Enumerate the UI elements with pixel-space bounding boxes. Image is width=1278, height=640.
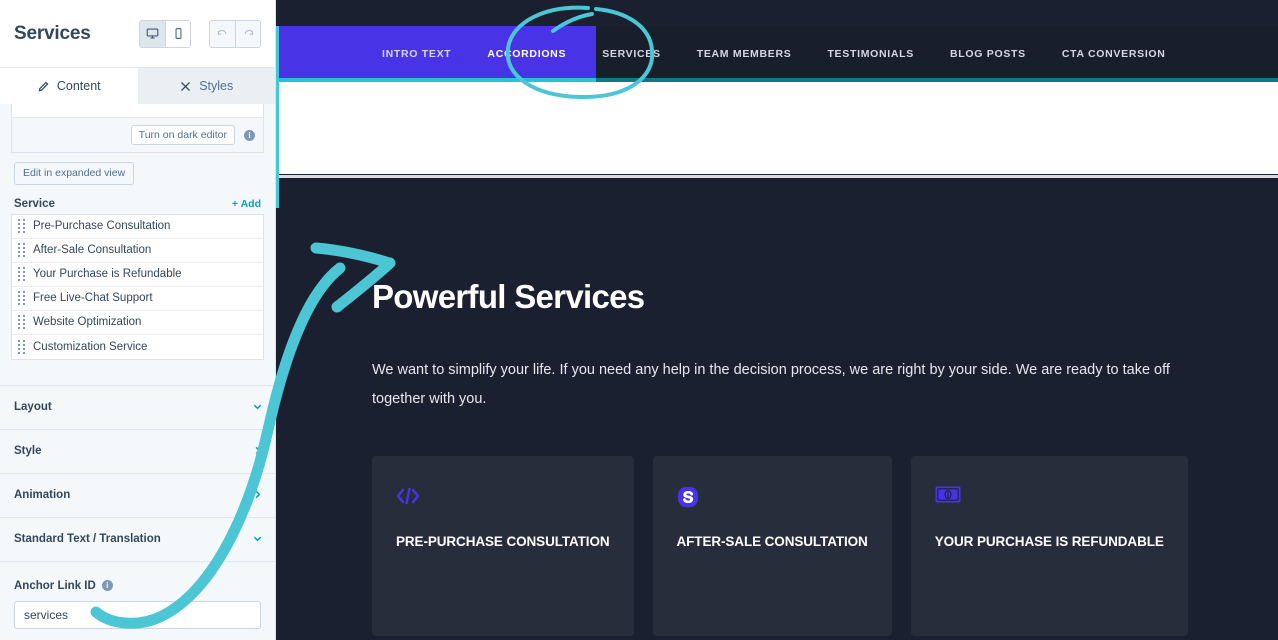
service-card-title: PRE-PURCHASE CONSULTATION [396, 534, 610, 549]
section-paragraph: We want to simplify your life. If you ne… [372, 362, 1170, 407]
desktop-icon[interactable] [140, 20, 165, 47]
section-heading: Powerful Services [372, 278, 645, 315]
skype-icon [677, 486, 868, 512]
list-item-label: Website Optimization [33, 316, 142, 328]
banknote-icon [935, 486, 1164, 512]
tab-styles-label: Styles [199, 79, 234, 93]
accordion-label: Standard Text / Translation [14, 533, 161, 545]
drag-handle-icon[interactable] [18, 243, 27, 257]
list-item[interactable]: Website Optimization [12, 310, 263, 335]
page-title: Services [14, 22, 91, 44]
chevron-down-icon[interactable] [252, 401, 263, 414]
accordion-standard-text[interactable]: Standard Text / Translation [0, 517, 275, 562]
service-card[interactable]: PRE-PURCHASE CONSULTATION [372, 456, 634, 636]
list-item-label: Customization Service [33, 340, 148, 353]
settings-accordions: Layout Style Animation Standard Text / T… [0, 384, 275, 562]
drag-handle-icon[interactable] [18, 315, 27, 329]
drag-handle-icon[interactable] [18, 219, 27, 233]
nav-item-team-members[interactable]: TEAM MEMBERS [679, 48, 810, 60]
dark-editor-button[interactable]: Turn on dark editor [130, 124, 235, 146]
undo-icon[interactable] [210, 20, 235, 47]
rich-text-editor-block: Turn on dark editor i [11, 104, 264, 153]
history-group [209, 19, 261, 48]
accordion-label: Layout [14, 401, 52, 413]
nav-item-services[interactable]: SERVICES [584, 48, 679, 60]
nav-item-testimonials[interactable]: TESTIMONIALS [809, 48, 932, 60]
service-list: Pre-Purchase Consultation After-Sale Con… [11, 213, 264, 360]
anchor-link-field: Anchor Link ID i [0, 562, 275, 629]
redo-icon[interactable] [235, 20, 260, 47]
expanded-view-button[interactable]: Edit in expanded view [14, 162, 135, 185]
tab-content-label: Content [56, 79, 101, 93]
accordion-label: Style [14, 445, 42, 457]
brush-icon [179, 80, 192, 93]
mobile-icon[interactable] [165, 20, 190, 47]
nav-underline-active [276, 78, 596, 82]
anchor-label-row: Anchor Link ID i [14, 580, 261, 592]
editor-screen: Services Content Styles Turn on dark edi… [0, 0, 1278, 640]
editor-canvas[interactable] [12, 104, 263, 118]
service-card[interactable]: AFTER-SALE CONSULTATION [652, 456, 892, 636]
service-card-title: AFTER-SALE CONSULTATION [676, 534, 868, 549]
preview-selection-edge-left-top [276, 26, 279, 178]
preview-selection-edge-bottom [276, 175, 1278, 178]
tab-content[interactable]: Content [0, 68, 138, 104]
nav-item-accordions[interactable]: ACCORDIONS [469, 48, 584, 60]
preview-top-strip [276, 0, 1278, 26]
tab-styles[interactable]: Styles [137, 68, 275, 104]
list-item-label: After-Sale Consultation [33, 244, 152, 256]
service-cards: PRE-PURCHASE CONSULTATION AFTER-SALE CON… [372, 456, 1188, 636]
service-card-title: YOUR PURCHASE IS REFUNDABLE [934, 534, 1164, 549]
chevron-down-icon[interactable] [252, 533, 263, 546]
accordion-style[interactable]: Style [0, 429, 275, 474]
preview-white-gap [276, 82, 1278, 174]
nav-items: INTRO TEXT ACCORDIONS SERVICES TEAM MEMB… [276, 48, 1184, 60]
editor-toolbar: Turn on dark editor i [12, 118, 263, 152]
nav-item-blog-posts[interactable]: BLOG POSTS [932, 48, 1044, 60]
website-preview: INTRO TEXT ACCORDIONS SERVICES TEAM MEMB… [276, 0, 1278, 640]
add-service-link[interactable]: + Add [232, 198, 261, 210]
services-section: Powerful Services We want to simplify yo… [276, 56, 1278, 640]
nav-item-intro-text[interactable]: INTRO TEXT [364, 48, 469, 60]
accordion-animation[interactable]: Animation [0, 473, 275, 518]
service-field-header: Service + Add [0, 198, 275, 214]
list-item[interactable]: Pre-Purchase Consultation [12, 214, 263, 239]
sidebar-tabs: Content Styles [0, 68, 275, 104]
service-card[interactable]: YOUR PURCHASE IS REFUNDABLE [910, 456, 1188, 636]
list-item[interactable]: Your Purchase is Refundable [12, 262, 263, 287]
left-sidebar: Services Content Styles Turn on dark edi… [0, 0, 276, 640]
chevron-right-icon[interactable] [252, 445, 263, 458]
chevron-right-icon[interactable] [252, 489, 263, 502]
device-toggle-group [139, 19, 191, 48]
anchor-link-label: Anchor Link ID [14, 579, 96, 592]
accordion-label: Animation [14, 489, 71, 501]
info-icon[interactable]: i [244, 129, 255, 141]
list-item-label: Free Live-Chat Support [33, 292, 153, 304]
pencil-icon [37, 80, 50, 93]
accordion-layout[interactable]: Layout [0, 385, 275, 430]
site-navbar: INTRO TEXT ACCORDIONS SERVICES TEAM MEMB… [276, 26, 1278, 82]
anchor-link-input[interactable] [14, 600, 261, 629]
list-item-label: Your Purchase is Refundable [33, 268, 182, 280]
service-field-label: Service [14, 197, 55, 210]
code-icon [396, 486, 610, 512]
drag-handle-icon[interactable] [18, 339, 27, 354]
list-item[interactable]: After-Sale Consultation [12, 238, 263, 263]
drag-handle-icon[interactable] [18, 267, 27, 281]
drag-handle-icon[interactable] [18, 291, 27, 305]
list-item-label: Pre-Purchase Consultation [33, 220, 171, 232]
info-icon[interactable]: i [101, 580, 113, 591]
list-item[interactable]: Customization Service [12, 334, 263, 359]
sidebar-header: Services [0, 0, 275, 68]
nav-item-cta-conversion[interactable]: CTA CONVERSION [1044, 48, 1184, 60]
list-item[interactable]: Free Live-Chat Support [12, 286, 263, 311]
